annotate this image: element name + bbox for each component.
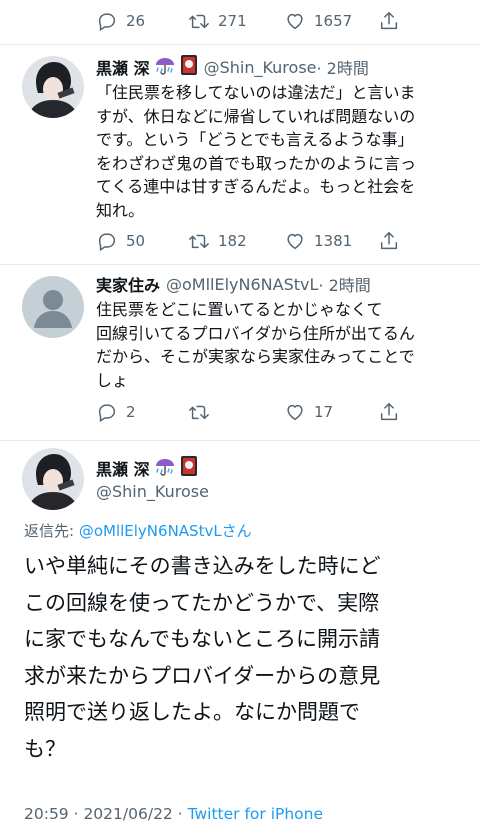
like-button[interactable]: 17 [284,399,333,425]
text-line: に家でもなんでもないところに開示請 [24,627,380,651]
text-line: 回線引いてるプロバイダから住所が出てるん [96,323,415,343]
reply-label: 返信先: [24,522,79,540]
avatar-illustration-icon [22,56,84,118]
reply-to-link[interactable]: @oMllElyN6NAStvLさん [79,522,252,540]
retweet-button[interactable]: 271 [188,8,247,34]
tweet2-actions: 2 17 [96,399,466,425]
text-line: 求が来たからプロバイダーからの意見 [24,663,381,688]
reply-count: 50 [126,232,146,250]
share-icon [380,232,398,250]
share-button[interactable] [378,399,408,425]
like-button[interactable]: 1657 [284,8,352,34]
tweet-time[interactable]: · 2時間 [318,272,370,296]
text-line: だから、そこが実家なら実家住みってことで [96,347,415,366]
umbrella-emoji-icon [154,455,176,481]
tweet1-actions: 50 182 1381 [96,228,466,254]
share-icon [380,403,398,421]
reply-button[interactable]: 50 [96,228,145,254]
share-button[interactable] [378,8,408,34]
reply-icon [98,233,116,252]
author-name[interactable]: 実家住み [96,272,160,296]
tweet1-text: 「住民票を移してないのは違法だ」と言いま すが、休日などに帰省していれば問題ない… [96,81,466,222]
reply-context: 返信先: @oMllElyN6NAStvLさん [24,520,252,541]
retweet-icon [189,14,209,29]
text-line: いや単純にその書き込みをした時にど [24,554,381,578]
text-line: 住民票をどこに置いてるとかじゃなくて [96,300,383,319]
hanafuda-emoji-icon [180,54,198,80]
text-line: も？ [24,736,66,761]
reply-count: 26 [126,12,146,30]
retweet-count: 182 [218,232,247,250]
hanafuda-emoji-icon [180,455,198,481]
umbrella-emoji-icon [154,54,176,80]
like-icon [287,233,303,250]
text-line: をわざわざ鬼の首でも取ったかのように言っ [96,153,417,173]
retweet-count: 271 [218,12,247,30]
like-icon [287,13,303,30]
timestamp[interactable]: 20:59 · 2021/06/22 · [24,805,188,823]
main-author-row: 黒瀬 深 [96,456,198,480]
like-icon [287,404,303,421]
retweet-button[interactable]: 182 [188,228,247,254]
avatar-kurose[interactable] [22,56,84,118]
author-handle[interactable]: @oMllElyN6NAStvL [166,275,318,294]
avatar-kurose[interactable] [22,448,84,510]
text-line: しょ [96,370,129,390]
avatar-default[interactable] [22,276,84,338]
avatar-illustration-icon [22,448,84,510]
divider [0,440,480,441]
tweet2-text: 住民票をどこに置いてるとかじゃなくて 回線引いてるプロバイダから住所が出てるん … [96,298,466,392]
main-tweet-text: いや単純にその書き込みをした時にど この回線を使ってたかどうかで、実際 に家でも… [24,548,464,767]
retweet-button[interactable] [188,399,218,425]
text-line: すが、休日などに帰省していれば問題ないの [96,106,416,126]
author-handle[interactable]: @Shin_Kurose [204,58,317,77]
text-line: てくる連中は甘すぎるんだよ。もっと社会を [96,177,416,196]
like-button[interactable]: 1381 [284,228,352,254]
like-count: 17 [314,403,334,421]
reply-count: 2 [126,403,136,421]
reply-icon [98,404,116,423]
divider [0,264,480,265]
tweet2-header: 実家住み @oMllElyN6NAStvL · 2時間 [96,272,371,296]
author-name[interactable]: 黒瀬 深 [96,55,150,79]
retweet-icon [189,234,209,249]
text-line: です。という「どうとでも言えるような事」 [96,130,414,149]
author-name[interactable]: 黒瀬 深 [96,456,150,480]
text-line: 「住民票を移してないのは違法だ」と言いま [96,83,416,102]
divider [0,44,480,45]
reply-button[interactable]: 26 [96,8,145,34]
tweet-meta: 20:59 · 2021/06/22 · Twitter for iPhone [24,805,323,823]
client-link[interactable]: Twitter for iPhone [188,805,323,823]
top-tweet-actions: 26 271 1657 [96,8,466,34]
like-count: 1657 [314,12,353,30]
reply-button[interactable]: 2 [96,399,136,425]
like-count: 1381 [314,232,353,250]
text-line: この回線を使ってたかどうかで、実際 [24,590,380,615]
tweet-time[interactable]: · 2時間 [317,55,369,79]
author-handle[interactable]: @Shin_Kurose [96,482,209,501]
reply-icon [98,13,116,32]
text-line: 照明で送り返したよ。なにか問題で [24,700,360,724]
avatar-silhouette-icon [22,276,84,338]
tweet1-header: 黒瀬 深 @Shin_Kurose · 2時間 [96,55,369,79]
retweet-icon [189,405,209,420]
text-line: 知れ。 [96,200,145,220]
share-button[interactable] [378,228,408,254]
share-icon [380,12,398,30]
